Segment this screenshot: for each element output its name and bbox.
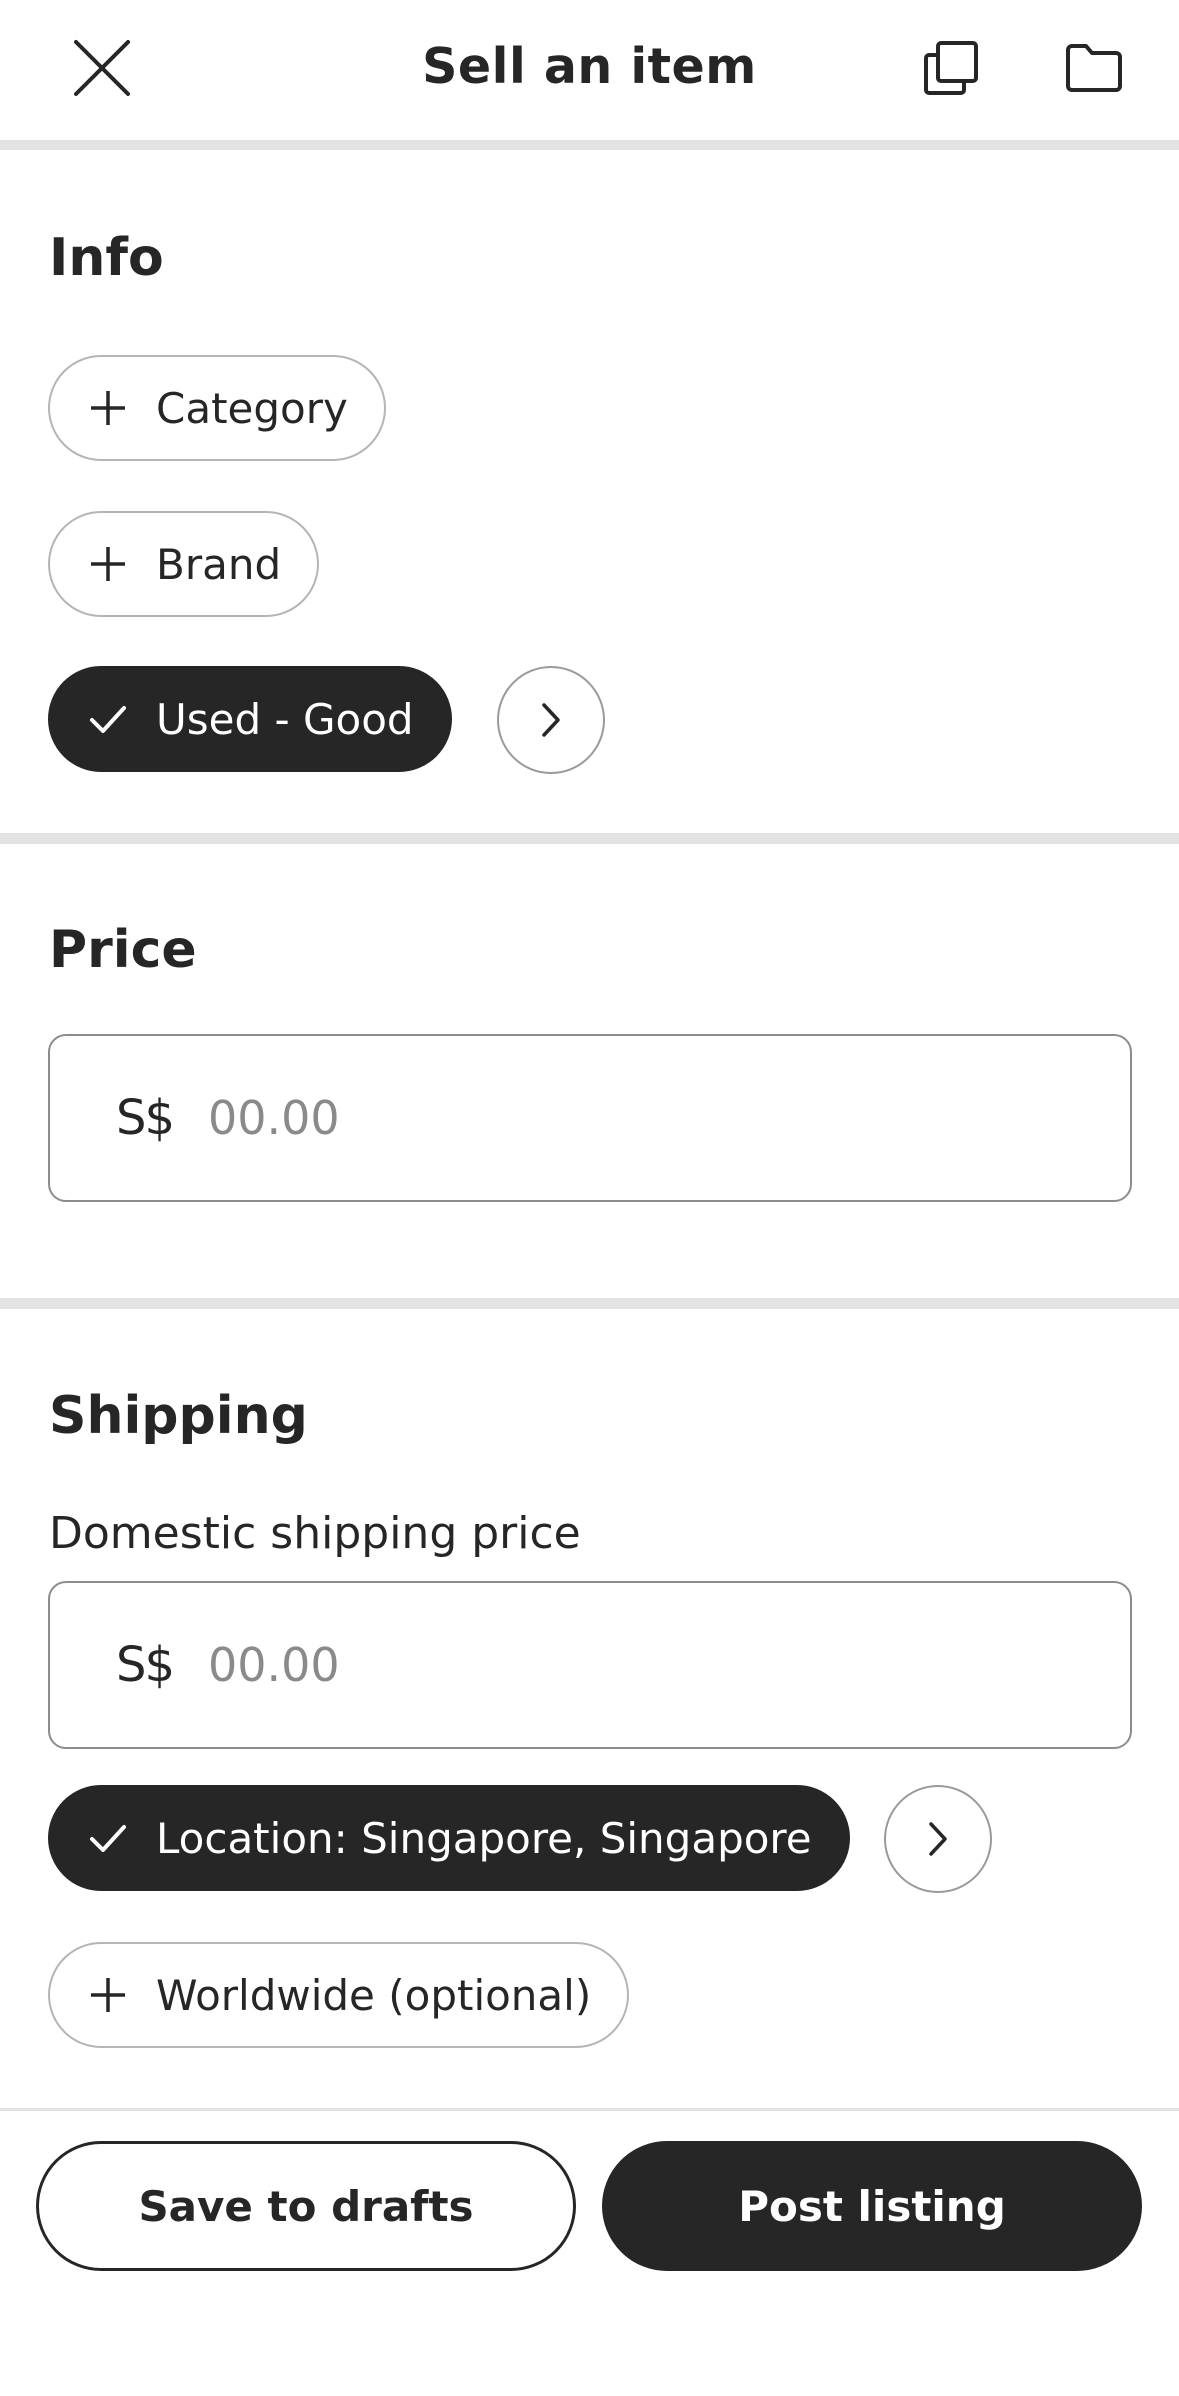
price-currency: S$ — [116, 1090, 175, 1146]
condition-next-button[interactable] — [497, 666, 605, 774]
info-section-title: Info — [49, 228, 164, 288]
check-icon — [90, 706, 126, 733]
folder-icon[interactable] — [1064, 42, 1124, 98]
brand-chip[interactable]: Brand — [48, 511, 320, 617]
condition-chip-label: Used - Good — [156, 694, 414, 744]
location-chip-label: Location: Singapore, Singapore — [156, 1813, 812, 1863]
domestic-shipping-input-box[interactable]: S$ — [48, 1581, 1132, 1749]
bottom-action-bar: Save to drafts Post listing — [0, 2108, 1179, 2396]
chevron-right-icon — [542, 703, 560, 737]
shipping-section-title: Shipping — [49, 1386, 308, 1446]
brand-chip-label: Brand — [156, 539, 282, 589]
page-title: Sell an item — [422, 38, 757, 95]
plus-icon — [91, 547, 125, 581]
chevron-right-icon — [929, 1822, 947, 1856]
save-to-drafts-button[interactable]: Save to drafts — [36, 2141, 576, 2271]
domestic-shipping-label: Domestic shipping price — [49, 1508, 581, 1559]
header-divider — [0, 140, 1179, 150]
top-bar: Sell an item — [0, 0, 1179, 140]
price-section-title: Price — [49, 920, 197, 980]
section-divider — [0, 833, 1179, 844]
location-chip[interactable]: Location: Singapore, Singapore — [48, 1785, 850, 1891]
category-chip-label: Category — [156, 383, 348, 433]
post-listing-button[interactable]: Post listing — [602, 2141, 1142, 2271]
plus-icon — [91, 391, 125, 425]
check-icon — [90, 1825, 126, 1852]
worldwide-chip[interactable]: Worldwide (optional) — [48, 1942, 630, 2048]
domestic-shipping-input[interactable] — [208, 1638, 1028, 1692]
shipping-currency: S$ — [116, 1637, 175, 1693]
price-input-box[interactable]: S$ — [48, 1034, 1132, 1202]
section-divider — [0, 1298, 1179, 1309]
price-input[interactable] — [208, 1091, 1028, 1145]
location-next-button[interactable] — [884, 1785, 992, 1893]
category-chip[interactable]: Category — [48, 355, 386, 461]
condition-chip[interactable]: Used - Good — [48, 666, 452, 772]
copy-icon[interactable] — [922, 40, 980, 100]
plus-icon — [91, 1978, 125, 2012]
worldwide-chip-label: Worldwide (optional) — [156, 1970, 592, 2020]
